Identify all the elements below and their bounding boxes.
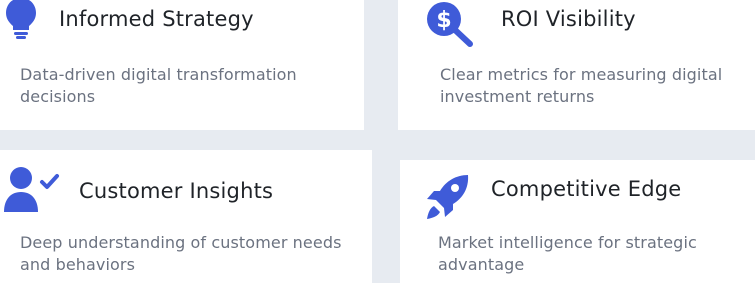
card-customer-insights: Customer Insights Deep understanding of …	[0, 150, 372, 283]
card-competitive-edge: Competitive Edge Market intelligence for…	[400, 160, 755, 283]
card-description: Clear metrics for measuring digital inve…	[440, 65, 723, 106]
card-description: Market intelligence for strategic advant…	[438, 233, 697, 274]
benefits-grid: Informed Strategy Data-driven digital tr…	[0, 0, 755, 283]
card-title: Customer Insights	[79, 179, 274, 203]
card-title: Informed Strategy	[59, 7, 254, 31]
svg-text:$: $	[436, 8, 451, 33]
dollar-search-icon: $	[424, 0, 480, 47]
card-informed-strategy: Informed Strategy Data-driven digital tr…	[0, 0, 364, 130]
rocket-icon	[424, 173, 472, 223]
card-description: Deep understanding of customer needs and…	[20, 233, 342, 274]
card-title: ROI Visibility	[501, 7, 636, 31]
card-roi-visibility: $ ROI Visibility Clear metrics for measu…	[398, 0, 755, 130]
card-title: Competitive Edge	[491, 177, 682, 201]
lightbulb-icon	[4, 0, 38, 40]
card-description: Data-driven digital transformation decis…	[20, 65, 297, 106]
user-check-icon	[2, 166, 64, 214]
